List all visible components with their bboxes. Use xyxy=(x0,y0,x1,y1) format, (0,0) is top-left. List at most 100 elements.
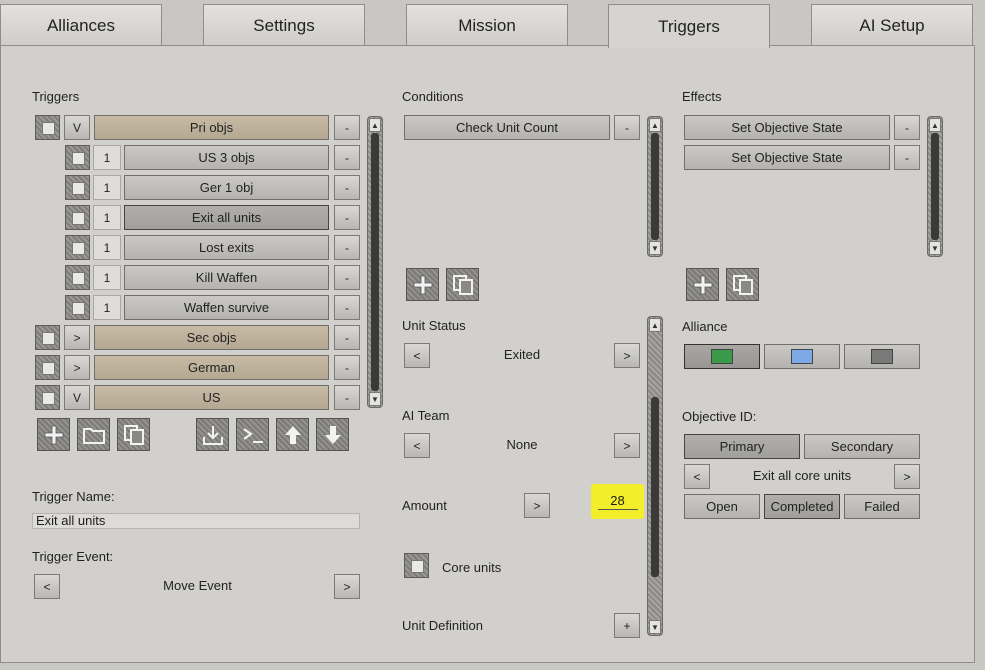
triggers-heading: Triggers xyxy=(32,89,80,104)
triggers-scrollbar[interactable]: ▲ ▼ xyxy=(367,116,383,408)
scroll-down-icon[interactable]: ▼ xyxy=(649,241,661,255)
trigger-row-lost-exits[interactable]: Lost exits xyxy=(124,235,329,260)
import-button[interactable] xyxy=(196,418,229,451)
alliance-gray-button[interactable] xyxy=(844,344,920,369)
remove-trigger-button[interactable]: - xyxy=(334,325,360,350)
trigger-checkbox[interactable] xyxy=(65,205,90,230)
remove-trigger-button[interactable]: - xyxy=(334,295,360,320)
alliance-swatch xyxy=(711,349,733,364)
state-failed-button[interactable]: Failed xyxy=(844,494,920,519)
unit-status-prev-button[interactable]: < xyxy=(404,343,430,368)
add-condition-button[interactable] xyxy=(406,268,439,301)
scroll-down-icon[interactable]: ▼ xyxy=(929,241,941,255)
remove-trigger-button[interactable]: - xyxy=(334,205,360,230)
remove-trigger-button[interactable]: - xyxy=(334,385,360,410)
add-trigger-button[interactable] xyxy=(37,418,70,451)
tab-alliances[interactable]: Alliances xyxy=(0,4,162,46)
state-completed-button[interactable]: Completed xyxy=(764,494,840,519)
trigger-checkbox[interactable] xyxy=(35,325,60,350)
trigger-checkbox[interactable] xyxy=(65,175,90,200)
remove-trigger-button[interactable]: - xyxy=(334,145,360,170)
state-open-button[interactable]: Open xyxy=(684,494,760,519)
trigger-expand-toggle[interactable]: > xyxy=(64,355,90,380)
trigger-checkbox[interactable] xyxy=(65,145,90,170)
move-down-button[interactable] xyxy=(316,418,349,451)
trigger-row-kill-waffen[interactable]: Kill Waffen xyxy=(124,265,329,290)
objective-next-button[interactable]: > xyxy=(894,464,920,489)
plus-icon xyxy=(693,275,712,294)
trigger-checkbox[interactable] xyxy=(35,355,60,380)
trigger-event-prev-button[interactable]: < xyxy=(34,574,60,599)
move-up-button[interactable] xyxy=(276,418,309,451)
remove-trigger-button[interactable]: - xyxy=(334,235,360,260)
trigger-row-us[interactable]: US xyxy=(94,385,329,410)
scroll-thumb[interactable] xyxy=(371,133,379,391)
scroll-up-icon[interactable]: ▲ xyxy=(369,118,381,132)
script-button[interactable] xyxy=(236,418,269,451)
add-effect-button[interactable] xyxy=(686,268,719,301)
trigger-expand-toggle[interactable]: V xyxy=(64,115,90,140)
trigger-expand-toggle[interactable]: > xyxy=(64,325,90,350)
copy-trigger-button[interactable] xyxy=(117,418,150,451)
trigger-checkbox[interactable] xyxy=(35,115,60,140)
scroll-thumb[interactable] xyxy=(651,133,659,240)
effects-scrollbar[interactable]: ▲ ▼ xyxy=(927,116,943,257)
condition-row[interactable]: Check Unit Count xyxy=(404,115,610,140)
objective-secondary-button[interactable]: Secondary xyxy=(804,434,920,459)
scroll-thumb[interactable] xyxy=(651,397,659,577)
trigger-row-sec-objs[interactable]: Sec objs xyxy=(94,325,329,350)
tab-settings[interactable]: Settings xyxy=(203,4,365,46)
alliance-blue-button[interactable] xyxy=(764,344,840,369)
amount-input[interactable]: 28 xyxy=(597,493,638,510)
trigger-count: 1 xyxy=(93,145,121,170)
alliance-green-button[interactable] xyxy=(684,344,760,369)
trigger-expand-toggle[interactable]: V xyxy=(64,385,90,410)
scroll-down-icon[interactable]: ▼ xyxy=(649,620,661,634)
trigger-checkbox[interactable] xyxy=(65,265,90,290)
trigger-name-label: Trigger Name: xyxy=(32,489,115,504)
amount-next-button[interactable]: > xyxy=(524,493,550,518)
trigger-row-ger-1-obj[interactable]: Ger 1 obj xyxy=(124,175,329,200)
remove-condition-button[interactable]: - xyxy=(614,115,640,140)
objective-prev-button[interactable]: < xyxy=(684,464,710,489)
trigger-checkbox[interactable] xyxy=(65,295,90,320)
scroll-up-icon[interactable]: ▲ xyxy=(649,118,661,132)
tab-ai-setup[interactable]: AI Setup xyxy=(811,4,973,46)
objective-primary-button[interactable]: Primary xyxy=(684,434,800,459)
trigger-row-us-3-objs[interactable]: US 3 objs xyxy=(124,145,329,170)
copy-effect-button[interactable] xyxy=(726,268,759,301)
tab-triggers[interactable]: Triggers xyxy=(608,4,770,48)
remove-trigger-button[interactable]: - xyxy=(334,115,360,140)
unit-definition-add-button[interactable]: + xyxy=(614,613,640,638)
trigger-row-waffen-survive[interactable]: Waffen survive xyxy=(124,295,329,320)
conditions-scrollbar[interactable]: ▲ ▼ xyxy=(647,116,663,257)
scroll-up-icon[interactable]: ▲ xyxy=(929,118,941,132)
ai-team-prev-button[interactable]: < xyxy=(404,433,430,458)
remove-effect-button[interactable]: - xyxy=(894,145,920,170)
trigger-event-next-button[interactable]: > xyxy=(334,574,360,599)
remove-trigger-button[interactable]: - xyxy=(334,265,360,290)
trigger-name-input[interactable]: Exit all units xyxy=(32,513,360,529)
remove-effect-button[interactable]: - xyxy=(894,115,920,140)
effect-row[interactable]: Set Objective State xyxy=(684,145,890,170)
remove-trigger-button[interactable]: - xyxy=(334,175,360,200)
condition-details-scrollbar[interactable]: ▲ ▼ xyxy=(647,316,663,636)
core-units-label: Core units xyxy=(442,560,502,575)
copy-condition-button[interactable] xyxy=(446,268,479,301)
trigger-row-exit-all-units[interactable]: Exit all units xyxy=(124,205,329,230)
effect-row[interactable]: Set Objective State xyxy=(684,115,890,140)
trigger-checkbox[interactable] xyxy=(65,235,90,260)
core-units-checkbox[interactable] xyxy=(404,553,429,578)
trigger-row-german[interactable]: German xyxy=(94,355,329,380)
tab-mission[interactable]: Mission xyxy=(406,4,568,46)
ai-team-next-button[interactable]: > xyxy=(614,433,640,458)
scroll-down-icon[interactable]: ▼ xyxy=(369,392,381,406)
scroll-up-icon[interactable]: ▲ xyxy=(649,318,661,332)
scroll-thumb[interactable] xyxy=(931,133,939,240)
unit-status-next-button[interactable]: > xyxy=(614,343,640,368)
remove-trigger-button[interactable]: - xyxy=(334,355,360,380)
trigger-checkbox[interactable] xyxy=(35,385,60,410)
add-folder-button[interactable] xyxy=(77,418,110,451)
trigger-count: 1 xyxy=(93,205,121,230)
trigger-row-pri-objs[interactable]: Pri objs xyxy=(94,115,329,140)
